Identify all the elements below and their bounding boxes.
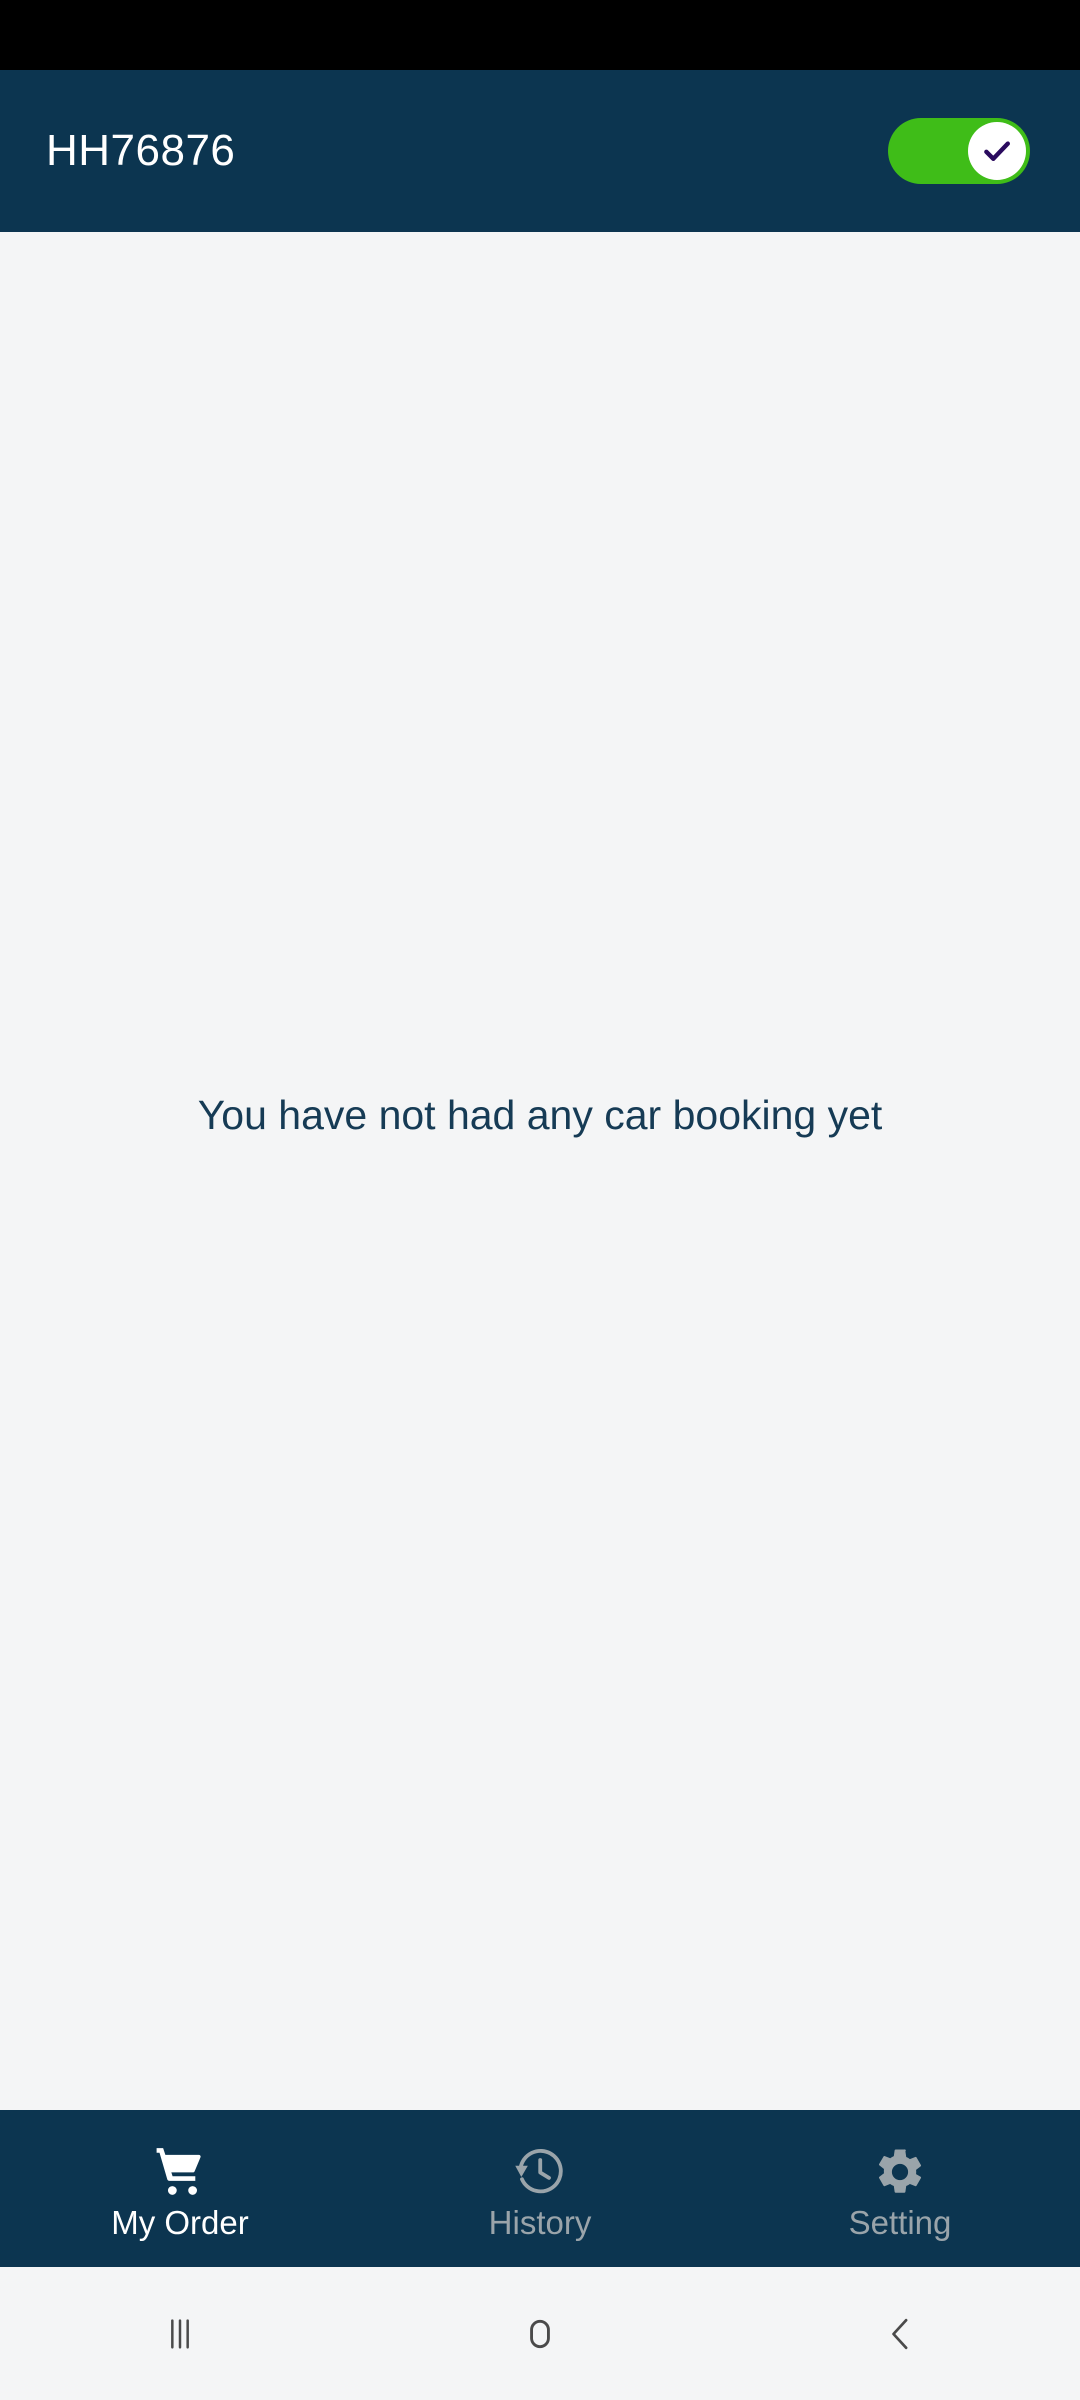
main-content: You have not had any car booking yet: [0, 232, 1080, 2110]
tab-my-order[interactable]: My Order: [0, 2110, 360, 2267]
history-clock-icon: [512, 2144, 568, 2200]
availability-toggle[interactable]: [888, 118, 1030, 184]
check-icon: [984, 141, 1010, 161]
phone-screen: HH76876 You have not had any car booking…: [0, 0, 1080, 2400]
home-button[interactable]: [360, 2267, 720, 2400]
recent-apps-icon: [171, 2318, 189, 2349]
tab-label-history: History: [488, 2204, 592, 2241]
gear-icon: [872, 2144, 928, 2200]
tab-setting[interactable]: Setting: [720, 2110, 1080, 2267]
tab-label-setting: Setting: [848, 2204, 952, 2241]
tab-label-my-order: My Order: [111, 2204, 249, 2241]
bottom-tab-bar: My Order History Setting: [0, 2110, 1080, 2267]
chevron-left-icon: [892, 2318, 908, 2349]
page-title: HH76876: [46, 126, 236, 175]
empty-state-message: You have not had any car booking yet: [197, 1092, 883, 1139]
recent-apps-button[interactable]: [0, 2267, 360, 2400]
android-system-nav: [0, 2267, 1080, 2400]
toggle-knob: [968, 122, 1026, 180]
status-bar: [0, 0, 1080, 70]
home-icon: [530, 2319, 550, 2348]
back-button[interactable]: [720, 2267, 1080, 2400]
shopping-cart-icon: [151, 2144, 209, 2200]
tab-history[interactable]: History: [360, 2110, 720, 2267]
app-header: HH76876: [0, 70, 1080, 232]
